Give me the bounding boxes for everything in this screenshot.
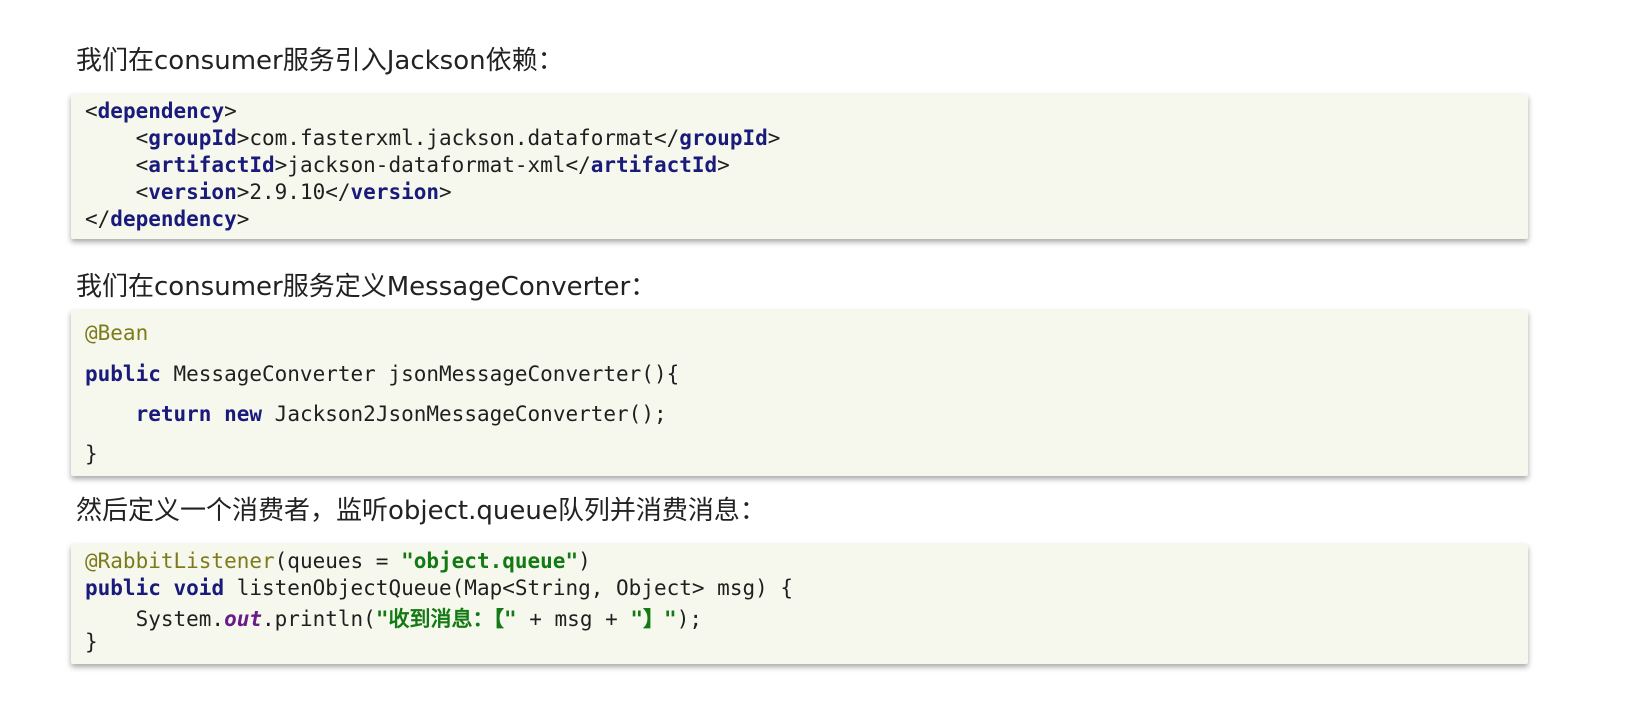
code-block-maven-dependency: <dependency> <groupId>com.fasterxml.jack… bbox=[71, 94, 1528, 239]
code-line: @Bean bbox=[85, 321, 149, 345]
code-line: <artifactId>jackson-dataformat-xml</arti… bbox=[85, 153, 730, 177]
section-heading-message-converter: 我们在consumer服务定义MessageConverter： bbox=[76, 272, 657, 302]
code-line: <dependency> bbox=[85, 99, 237, 123]
code-line: System.out.println("收到消息：【" + msg + "】")… bbox=[85, 607, 702, 631]
code-line: @RabbitListener(queues = "object.queue") bbox=[85, 549, 591, 573]
code-block-rabbit-listener: @RabbitListener(queues = "object.queue")… bbox=[71, 544, 1528, 664]
section-heading-dependency: 我们在consumer服务引入Jackson依赖： bbox=[76, 46, 564, 76]
code-block-message-converter: @Bean public MessageConverter jsonMessag… bbox=[71, 310, 1528, 476]
section-heading-consumer: 然后定义一个消费者，监听object.queue队列并消费消息： bbox=[76, 496, 766, 526]
code-line: } bbox=[85, 442, 98, 466]
code-line: public void listenObjectQueue(Map<String… bbox=[85, 576, 794, 600]
code-line: return new Jackson2JsonMessageConverter(… bbox=[135, 402, 667, 426]
code-line: public MessageConverter jsonMessageConve… bbox=[85, 362, 680, 386]
code-line: <groupId>com.fasterxml.jackson.dataforma… bbox=[85, 126, 781, 150]
code-line: } bbox=[85, 630, 98, 654]
code-line: <version>2.9.10</version> bbox=[85, 180, 452, 204]
code-line: </dependency> bbox=[85, 207, 250, 231]
